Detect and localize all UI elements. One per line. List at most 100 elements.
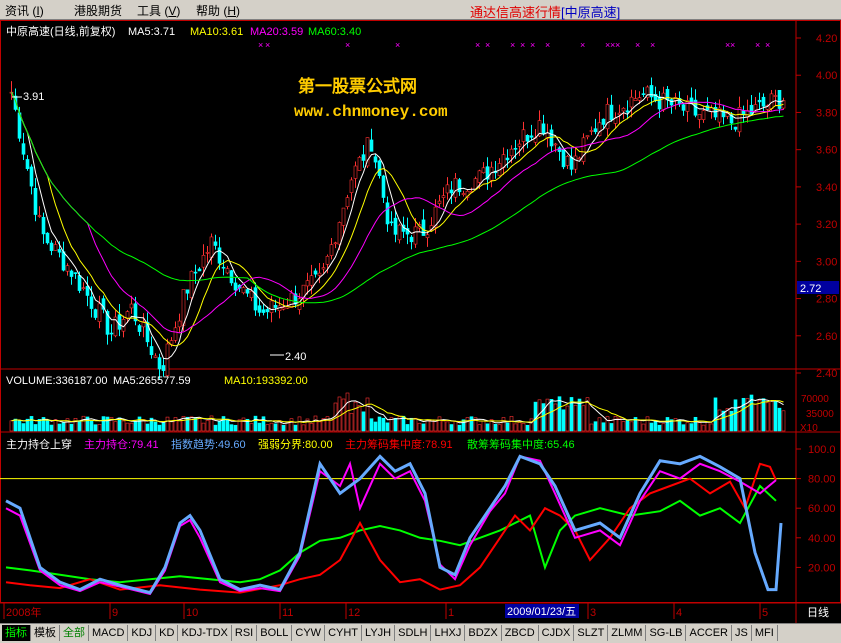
volume-bar (381, 417, 386, 432)
volume-bar (341, 398, 346, 432)
volume-bar (89, 420, 94, 432)
tab-rsi[interactable]: RSI (232, 625, 258, 641)
menu-suffix: ) (176, 4, 181, 18)
tab-cjdx[interactable]: CJDX (539, 625, 575, 641)
volume-bar (701, 424, 706, 432)
tab-kdj-tdx[interactable]: KDJ-TDX (178, 625, 232, 641)
price-tick-label: 3.60 (816, 145, 837, 157)
tab-sg-lb[interactable]: SG-LB (646, 625, 687, 641)
candle-body (265, 309, 270, 313)
volume-bar (113, 421, 118, 432)
tab-mfi[interactable]: MFI (752, 625, 778, 641)
volume-bar (485, 423, 490, 432)
tab-bdzx[interactable]: BDZX (465, 625, 502, 641)
tab-boll[interactable]: BOLL (257, 625, 293, 641)
tab-kd[interactable]: KD (156, 625, 179, 641)
volume-bar (769, 400, 774, 432)
volume-bar (733, 399, 738, 432)
volume-label: VOLUME:336187.00 (6, 375, 108, 387)
indicator-main-force: 主力持仓:79.41 (84, 437, 159, 451)
candle-body (437, 200, 442, 204)
volume-bar (249, 423, 254, 432)
volume-bar (365, 397, 370, 432)
volume-bar (529, 418, 534, 432)
volume-bar (289, 418, 294, 432)
candle-body (29, 166, 34, 187)
volume-bar (741, 397, 746, 432)
tab-lyjh[interactable]: LYJH (362, 625, 396, 641)
indicator-tick-label: 40.00 (808, 533, 836, 545)
volume-bar (205, 420, 210, 432)
volume-bar (481, 420, 486, 432)
ma5-label: MA5:3.71 (128, 26, 175, 38)
candle-body (681, 104, 686, 111)
tab-cyw[interactable]: CYW (292, 625, 326, 641)
ma60-line (11, 91, 784, 304)
price-tick-label: 2.40 (816, 368, 837, 380)
indicator-retail-chip: 散筹筹码集中度:65.46 (467, 437, 575, 451)
indicator-marks (0, 454, 796, 596)
tab-accer[interactable]: ACCER (686, 625, 732, 641)
volume-bar (773, 400, 778, 432)
candle-body (185, 289, 190, 294)
candle-body (181, 289, 186, 326)
chart-area[interactable]: 中原高速(日线,前复权) MA5:3.71 MA10:3.61 MA20:3.5… (0, 19, 841, 623)
volume-bar (665, 417, 670, 432)
tab-指标[interactable]: 指标 (2, 625, 31, 641)
volume-bar (301, 424, 306, 432)
signal-marker: × (265, 40, 270, 50)
menu-tools[interactable]: 工具 (V) (137, 2, 180, 19)
menu-hk-futures[interactable]: 港股期货 (74, 2, 122, 19)
tab-全部[interactable]: 全部 (60, 625, 89, 641)
tab-zbcd[interactable]: ZBCD (502, 625, 539, 641)
volume-bar (33, 424, 38, 432)
candle-body (89, 296, 94, 309)
tab-kdj[interactable]: KDJ (128, 625, 157, 641)
candle-body (413, 226, 418, 245)
volume-bar (477, 424, 482, 432)
volume-bar (9, 420, 14, 432)
volume-bar (69, 423, 74, 432)
signal-marker: × (755, 40, 760, 50)
candle-body (217, 247, 222, 264)
volume-bar (597, 417, 602, 432)
candle-body (117, 314, 122, 330)
candle-body (313, 270, 318, 275)
signal-marker: × (635, 40, 640, 50)
menu-info[interactable]: 资讯 (I) (5, 2, 44, 19)
volume-bar (93, 424, 98, 432)
volume-bar (133, 420, 138, 432)
candle-body (669, 99, 674, 106)
candle-body (321, 267, 326, 270)
volume-bar (225, 418, 230, 432)
volume-bar (689, 423, 694, 432)
candle-body (317, 272, 322, 276)
volume-multiplier: X10 (800, 423, 818, 434)
candle-body (521, 129, 526, 142)
candle-body (425, 234, 430, 238)
tab-lhxj[interactable]: LHXJ (431, 625, 466, 641)
tab-cyht[interactable]: CYHT (325, 625, 363, 641)
tab-macd[interactable]: MACD (89, 625, 129, 641)
candle-body (553, 143, 558, 146)
tab-slzt[interactable]: SLZT (574, 625, 609, 641)
tab-js[interactable]: JS (732, 625, 752, 641)
tab-zlmm[interactable]: ZLMM (608, 625, 647, 641)
candle-body (341, 207, 346, 226)
tab-模板[interactable]: 模板 (31, 625, 60, 641)
candle-body (325, 256, 330, 265)
tab-sdlh[interactable]: SDLH (395, 625, 432, 641)
volume-bar (353, 401, 358, 432)
volume-bar (349, 412, 354, 432)
volume-bar (541, 403, 546, 432)
candle-body (665, 89, 670, 101)
candle-body (269, 300, 274, 313)
retail-chip-line (5, 484, 777, 584)
price-tick-label: 4.00 (816, 70, 837, 82)
candle-body (657, 96, 662, 110)
menu-help[interactable]: 帮助 (H) (196, 2, 240, 19)
volume-bar (761, 398, 766, 432)
price-tick-label: 3.20 (816, 219, 837, 231)
volume-bar (373, 421, 378, 432)
volume-bar (229, 424, 234, 432)
